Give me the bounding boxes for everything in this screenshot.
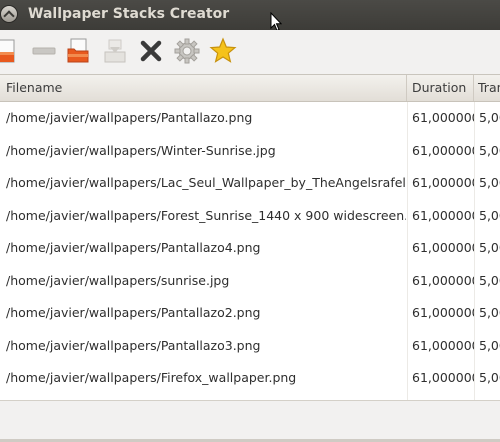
filename-cell: /home/javier/wallpapers/Winter-Sunrise.j…: [6, 142, 276, 158]
transition-cell[interactable]: 5,00: [479, 135, 500, 168]
filename-cell: /home/javier/wallpapers/Pantallazo2.png: [6, 305, 261, 320]
table-row[interactable]: /home/javier/wallpapers/Winter-Sunrise.j…: [0, 135, 500, 168]
toolbar: [0, 30, 500, 74]
transition-cell[interactable]: 5,00: [479, 362, 500, 395]
table-header: Filename Duration Tran: [0, 75, 500, 102]
duration-cell[interactable]: 61,000000: [412, 135, 474, 168]
duration-cell[interactable]: 61,000000: [412, 167, 474, 200]
delete-icon[interactable]: [137, 37, 165, 65]
table-row[interactable]: /home/javier/wallpapers/Pantallazo3.png …: [0, 330, 500, 363]
filename-cell: /home/javier/wallpapers/Pantallazo.png: [6, 110, 253, 125]
table-row[interactable]: /home/javier/wallpapers/Pantallazo2.png …: [0, 297, 500, 330]
window-menu-button[interactable]: [0, 5, 18, 23]
favorite-star-icon[interactable]: [209, 37, 237, 65]
duration-cell[interactable]: 61,000000: [412, 297, 474, 330]
table-body: /home/javier/wallpapers/Pantallazo.png 6…: [0, 102, 500, 395]
column-header-duration[interactable]: Duration: [407, 75, 474, 101]
duration-cell[interactable]: 61,000000: [412, 102, 474, 135]
table-row[interactable]: /home/javier/wallpapers/Forest_Sunrise_1…: [0, 200, 500, 233]
transition-cell[interactable]: 5,00: [479, 330, 500, 363]
table-row[interactable]: /home/javier/wallpapers/sunrise.jpg 61,0…: [0, 265, 500, 298]
duration-cell[interactable]: 61,000000: [412, 200, 474, 233]
table-row[interactable]: /home/javier/wallpapers/Pantallazo.png 6…: [0, 102, 500, 135]
transition-cell[interactable]: 5,00: [479, 102, 500, 135]
transition-cell[interactable]: 5,00: [479, 265, 500, 298]
status-bar: [0, 400, 500, 442]
transition-cell[interactable]: 5,00: [479, 167, 500, 200]
filename-cell: /home/javier/wallpapers/Firefox_wallpape…: [6, 370, 297, 385]
duration-cell[interactable]: 61,000000: [412, 362, 474, 395]
remove-icon[interactable]: [30, 37, 58, 65]
duration-cell[interactable]: 61,000000: [412, 232, 474, 265]
duration-cell[interactable]: 61,000000: [412, 330, 474, 363]
duration-cell[interactable]: 61,000000: [412, 265, 474, 298]
save-icon[interactable]: [101, 37, 129, 65]
column-header-transition[interactable]: Tran: [474, 75, 500, 101]
transition-cell[interactable]: 5,00: [479, 200, 500, 233]
transition-cell[interactable]: 5,00: [479, 232, 500, 265]
filename-cell: /home/javier/wallpapers/Pantallazo3.png: [6, 337, 261, 353]
column-header-filename[interactable]: Filename: [0, 75, 407, 101]
transition-cell[interactable]: 5,00: [479, 297, 500, 330]
open-file-icon[interactable]: [64, 37, 92, 65]
wallpaper-list-table[interactable]: Filename Duration Tran /home/javier/wall…: [0, 74, 500, 401]
filename-cell: /home/javier/wallpapers/Forest_Sunrise_1…: [6, 207, 406, 223]
window-titlebar[interactable]: Wallpaper Stacks Creator: [0, 0, 500, 32]
table-row[interactable]: /home/javier/wallpapers/Firefox_wallpape…: [0, 362, 500, 395]
filename-cell: /home/javier/wallpapers/Lac_Seul_Wallpap…: [6, 175, 406, 190]
table-row[interactable]: /home/javier/wallpapers/Lac_Seul_Wallpap…: [0, 167, 500, 200]
table-row[interactable]: /home/javier/wallpapers/Pantallazo4.png …: [0, 232, 500, 265]
new-document-icon[interactable]: [0, 37, 20, 65]
window-title: Wallpaper Stacks Creator: [28, 6, 230, 22]
preferences-gear-icon[interactable]: [173, 37, 201, 65]
filename-cell: /home/javier/wallpapers/Pantallazo4.png: [6, 240, 261, 255]
filename-cell: /home/javier/wallpapers/sunrise.jpg: [6, 272, 230, 288]
